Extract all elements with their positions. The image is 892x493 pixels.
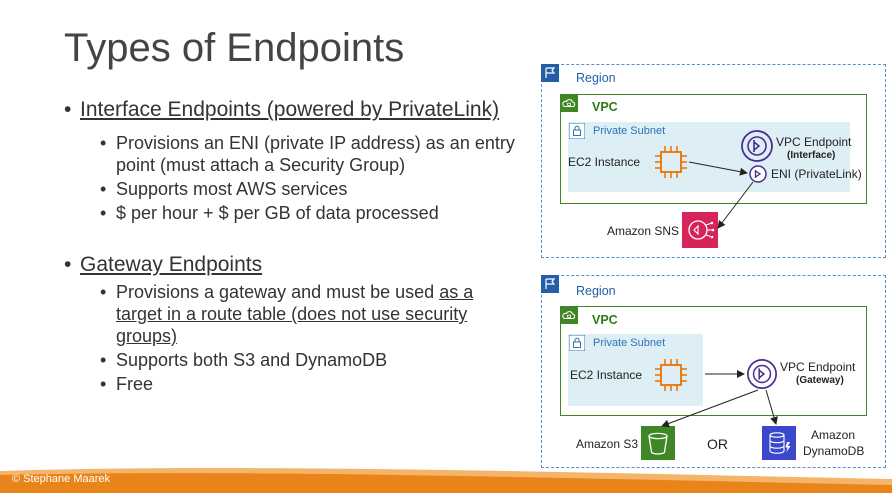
vpc-label-bottom: VPC xyxy=(592,313,618,327)
vpc-endpoint-icon xyxy=(741,130,773,162)
footer-band xyxy=(0,468,892,493)
ec2-chip-icon xyxy=(655,146,687,178)
gateway-bullets: • Provisions a gateway and must be used a… xyxy=(100,281,536,395)
vpc-endpoint-label-bottom: VPC Endpoint xyxy=(780,360,856,374)
bullet-dot: • xyxy=(64,253,72,276)
sns-icon xyxy=(682,212,718,248)
bullet-dot: • xyxy=(64,98,72,121)
region-flag-icon xyxy=(541,64,559,82)
vpc-cloud-icon xyxy=(560,94,578,112)
dynamodb-label-line2: DynamoDB xyxy=(803,444,865,458)
subnet-label-top: Private Subnet xyxy=(593,125,666,137)
subnet-lock-icon xyxy=(569,123,585,139)
gateway-heading: Gateway Endpoints xyxy=(80,253,263,276)
region-label-top: Region xyxy=(576,71,616,85)
region-flag-icon xyxy=(541,275,559,293)
subnet-lock-icon xyxy=(569,335,585,351)
interface-bullet-1: • Provisions an ENI (private IP address) … xyxy=(100,133,515,153)
interface-bullet-2: • Supports most AWS services xyxy=(100,179,348,199)
gateway-heading-row: • Gateway Endpoints xyxy=(64,253,262,277)
s3-label: Amazon S3 xyxy=(576,437,639,451)
interface-heading-row: • Interface Endpoints (powered by Private… xyxy=(64,98,499,122)
gateway-bullet-3: • Free xyxy=(100,374,154,394)
vpc-endpoint-icon xyxy=(747,359,777,389)
vpc-endpoint-label-top: VPC Endpoint xyxy=(776,135,852,149)
endpoint-type-interface: (Interface) xyxy=(787,150,836,161)
eni-label: ENI (PrivateLink) xyxy=(771,167,862,181)
eni-icon xyxy=(749,165,767,183)
or-label: OR xyxy=(707,436,728,452)
sns-label: Amazon SNS xyxy=(607,224,680,238)
footer-copyright: © Stephane Maarek xyxy=(12,473,110,485)
dynamodb-icon xyxy=(762,426,796,460)
subnet-label-bottom: Private Subnet xyxy=(593,337,666,349)
s3-bucket-icon xyxy=(641,426,675,460)
vpc-label-top: VPC xyxy=(592,100,618,114)
ec2-label-top: EC2 Instance xyxy=(568,155,641,169)
region-label-bottom: Region xyxy=(576,284,616,298)
interface-bullets: • Provisions an ENI (private IP address) … xyxy=(100,132,536,224)
ec2-chip-icon xyxy=(655,359,687,391)
vpc-cloud-icon xyxy=(560,306,578,324)
dynamodb-label-line1: Amazon xyxy=(811,428,856,442)
interface-bullet-1-cont: point (must attach a Security Group) xyxy=(116,155,406,175)
gateway-bullet-1-cont2: groups) xyxy=(116,326,178,346)
gateway-bullet-2: • Supports both S3 and DynamoDB xyxy=(100,350,388,370)
interface-bullet-3: • $ per hour + $ per GB of data processed xyxy=(100,203,439,223)
slide-title: Types of Endpoints xyxy=(64,26,405,70)
gateway-bullet-1: • Provisions a gateway and must be used a… xyxy=(100,282,474,302)
endpoint-type-gateway: (Gateway) xyxy=(796,375,844,386)
gateway-bullet-1-cont: target in a route table (does not use se… xyxy=(116,304,468,324)
ec2-label-bottom: EC2 Instance xyxy=(570,368,643,382)
interface-heading: Interface Endpoints (powered by PrivateL… xyxy=(80,98,500,121)
